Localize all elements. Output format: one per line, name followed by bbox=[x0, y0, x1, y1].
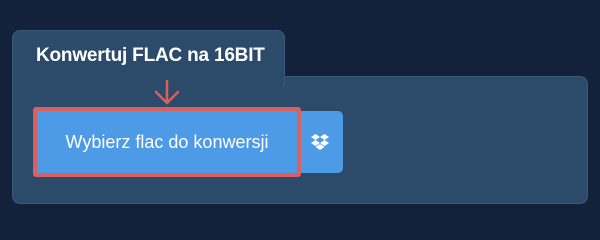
choose-file-button[interactable]: Wybierz flac do konwersji bbox=[37, 111, 297, 173]
converter-tab[interactable]: Konwertuj FLAC na 16BIT bbox=[12, 30, 285, 86]
arrow-down-icon bbox=[154, 80, 180, 105]
dropbox-icon bbox=[311, 133, 329, 150]
tab-title: Konwertuj FLAC na 16BIT bbox=[36, 45, 265, 66]
dropbox-button[interactable] bbox=[297, 111, 343, 173]
